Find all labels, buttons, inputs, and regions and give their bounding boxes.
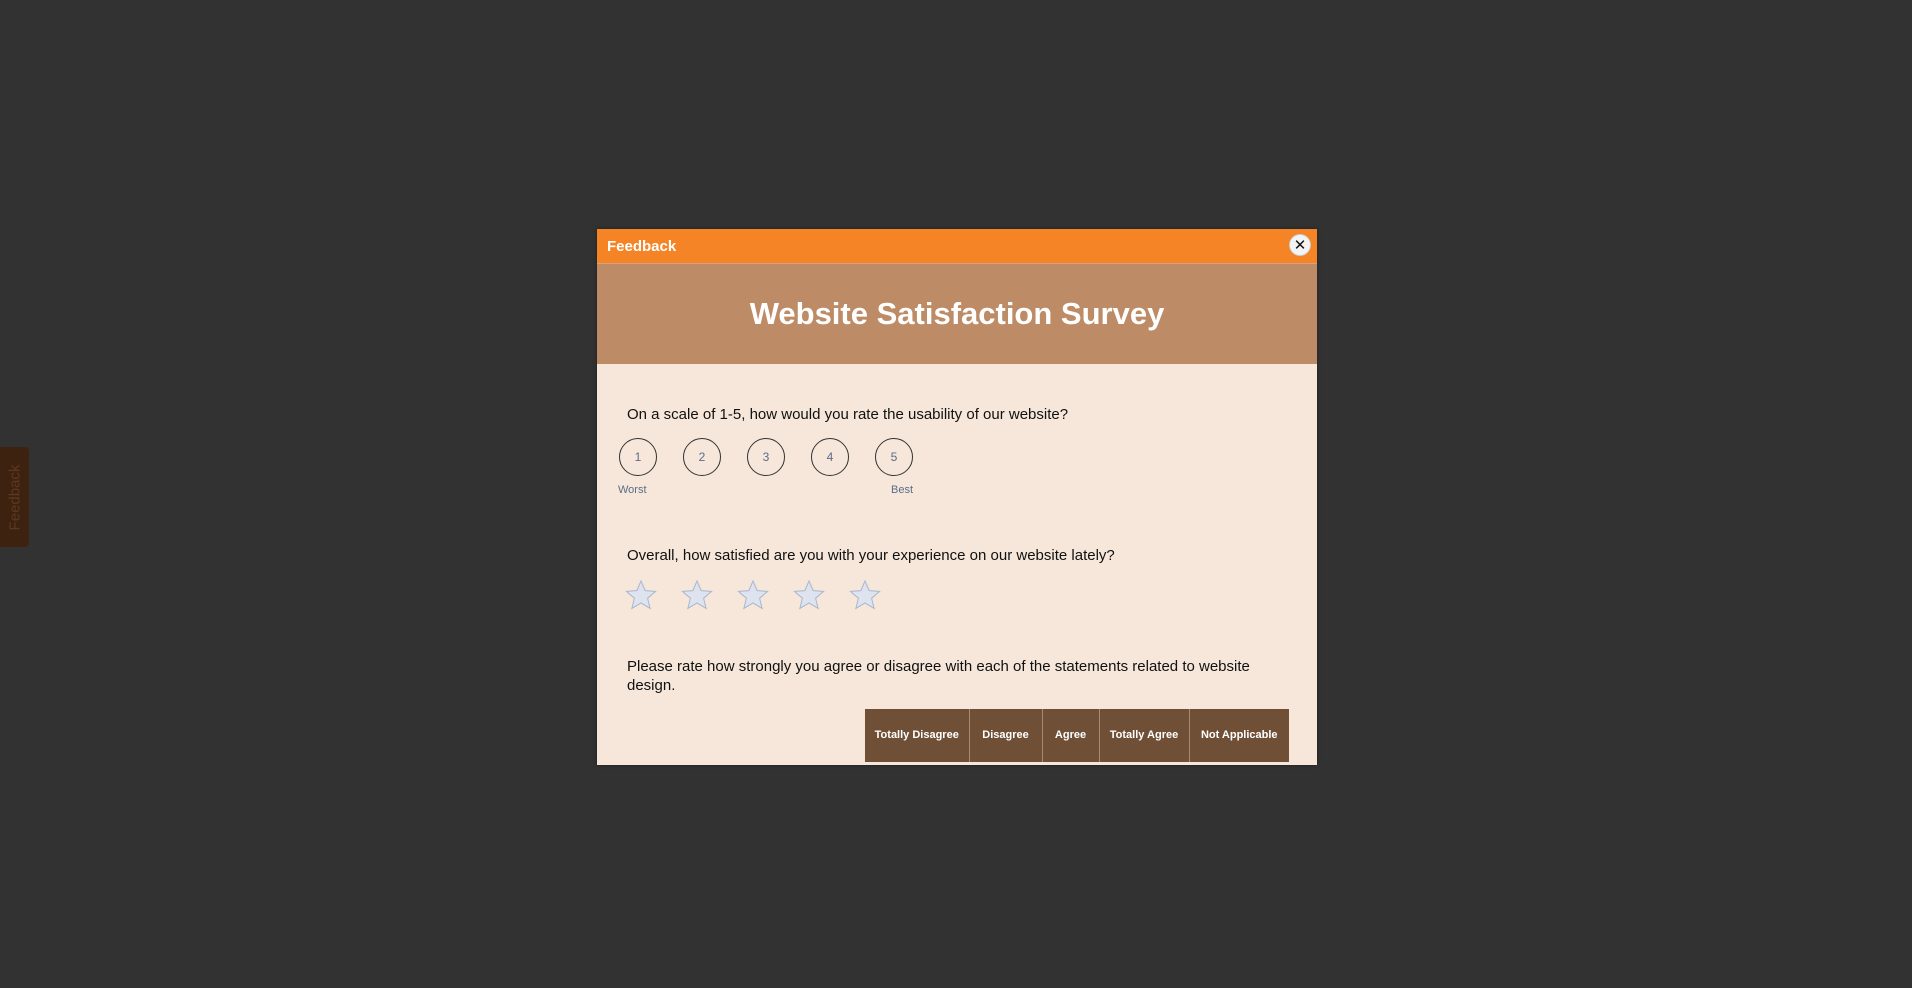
star-icon[interactable] [737, 579, 769, 611]
usability-scale: 1 2 3 4 5 [619, 438, 913, 476]
question-satisfaction: Overall, how satisfied are you with your… [627, 547, 1115, 564]
scale-low-label: Worst [618, 484, 647, 496]
star-icon[interactable] [849, 579, 881, 611]
matrix-col-agree: Agree [1042, 709, 1100, 762]
survey-title: Website Satisfaction Survey [749, 296, 1165, 331]
matrix-col-not-applicable: Not Applicable [1189, 709, 1289, 762]
star-icon[interactable] [793, 579, 825, 611]
side-feedback-tab[interactable]: Feedback [0, 447, 29, 547]
scale-high-label: Best [891, 484, 914, 496]
feedback-modal: Feedback ✕ Website Satisfaction Survey O… [597, 229, 1317, 765]
scale-option-3[interactable]: 3 [747, 438, 785, 476]
scale-option-1[interactable]: 1 [619, 438, 657, 476]
survey-banner: Website Satisfaction Survey [597, 264, 1317, 364]
matrix-col-totally-agree: Totally Agree [1099, 709, 1190, 762]
star-rating [625, 579, 881, 611]
scale-option-4[interactable]: 4 [811, 438, 849, 476]
close-icon[interactable]: ✕ [1289, 234, 1311, 256]
question-usability: On a scale of 1-5, how would you rate th… [627, 406, 1069, 423]
scale-option-5[interactable]: 5 [875, 438, 913, 476]
modal-title: Feedback [607, 238, 677, 255]
side-feedback-tab-label: Feedback [6, 464, 23, 530]
agreement-matrix: Totally Disagree Disagree Agree Totally … [865, 709, 1289, 762]
question-design-agreement: Please rate how strongly you agree or di… [627, 658, 1250, 694]
matrix-col-disagree: Disagree [969, 709, 1043, 762]
matrix-col-totally-disagree: Totally Disagree [865, 709, 970, 762]
modal-header: Feedback ✕ [597, 229, 1317, 264]
star-icon[interactable] [681, 579, 713, 611]
scale-option-2[interactable]: 2 [683, 438, 721, 476]
star-icon[interactable] [625, 579, 657, 611]
